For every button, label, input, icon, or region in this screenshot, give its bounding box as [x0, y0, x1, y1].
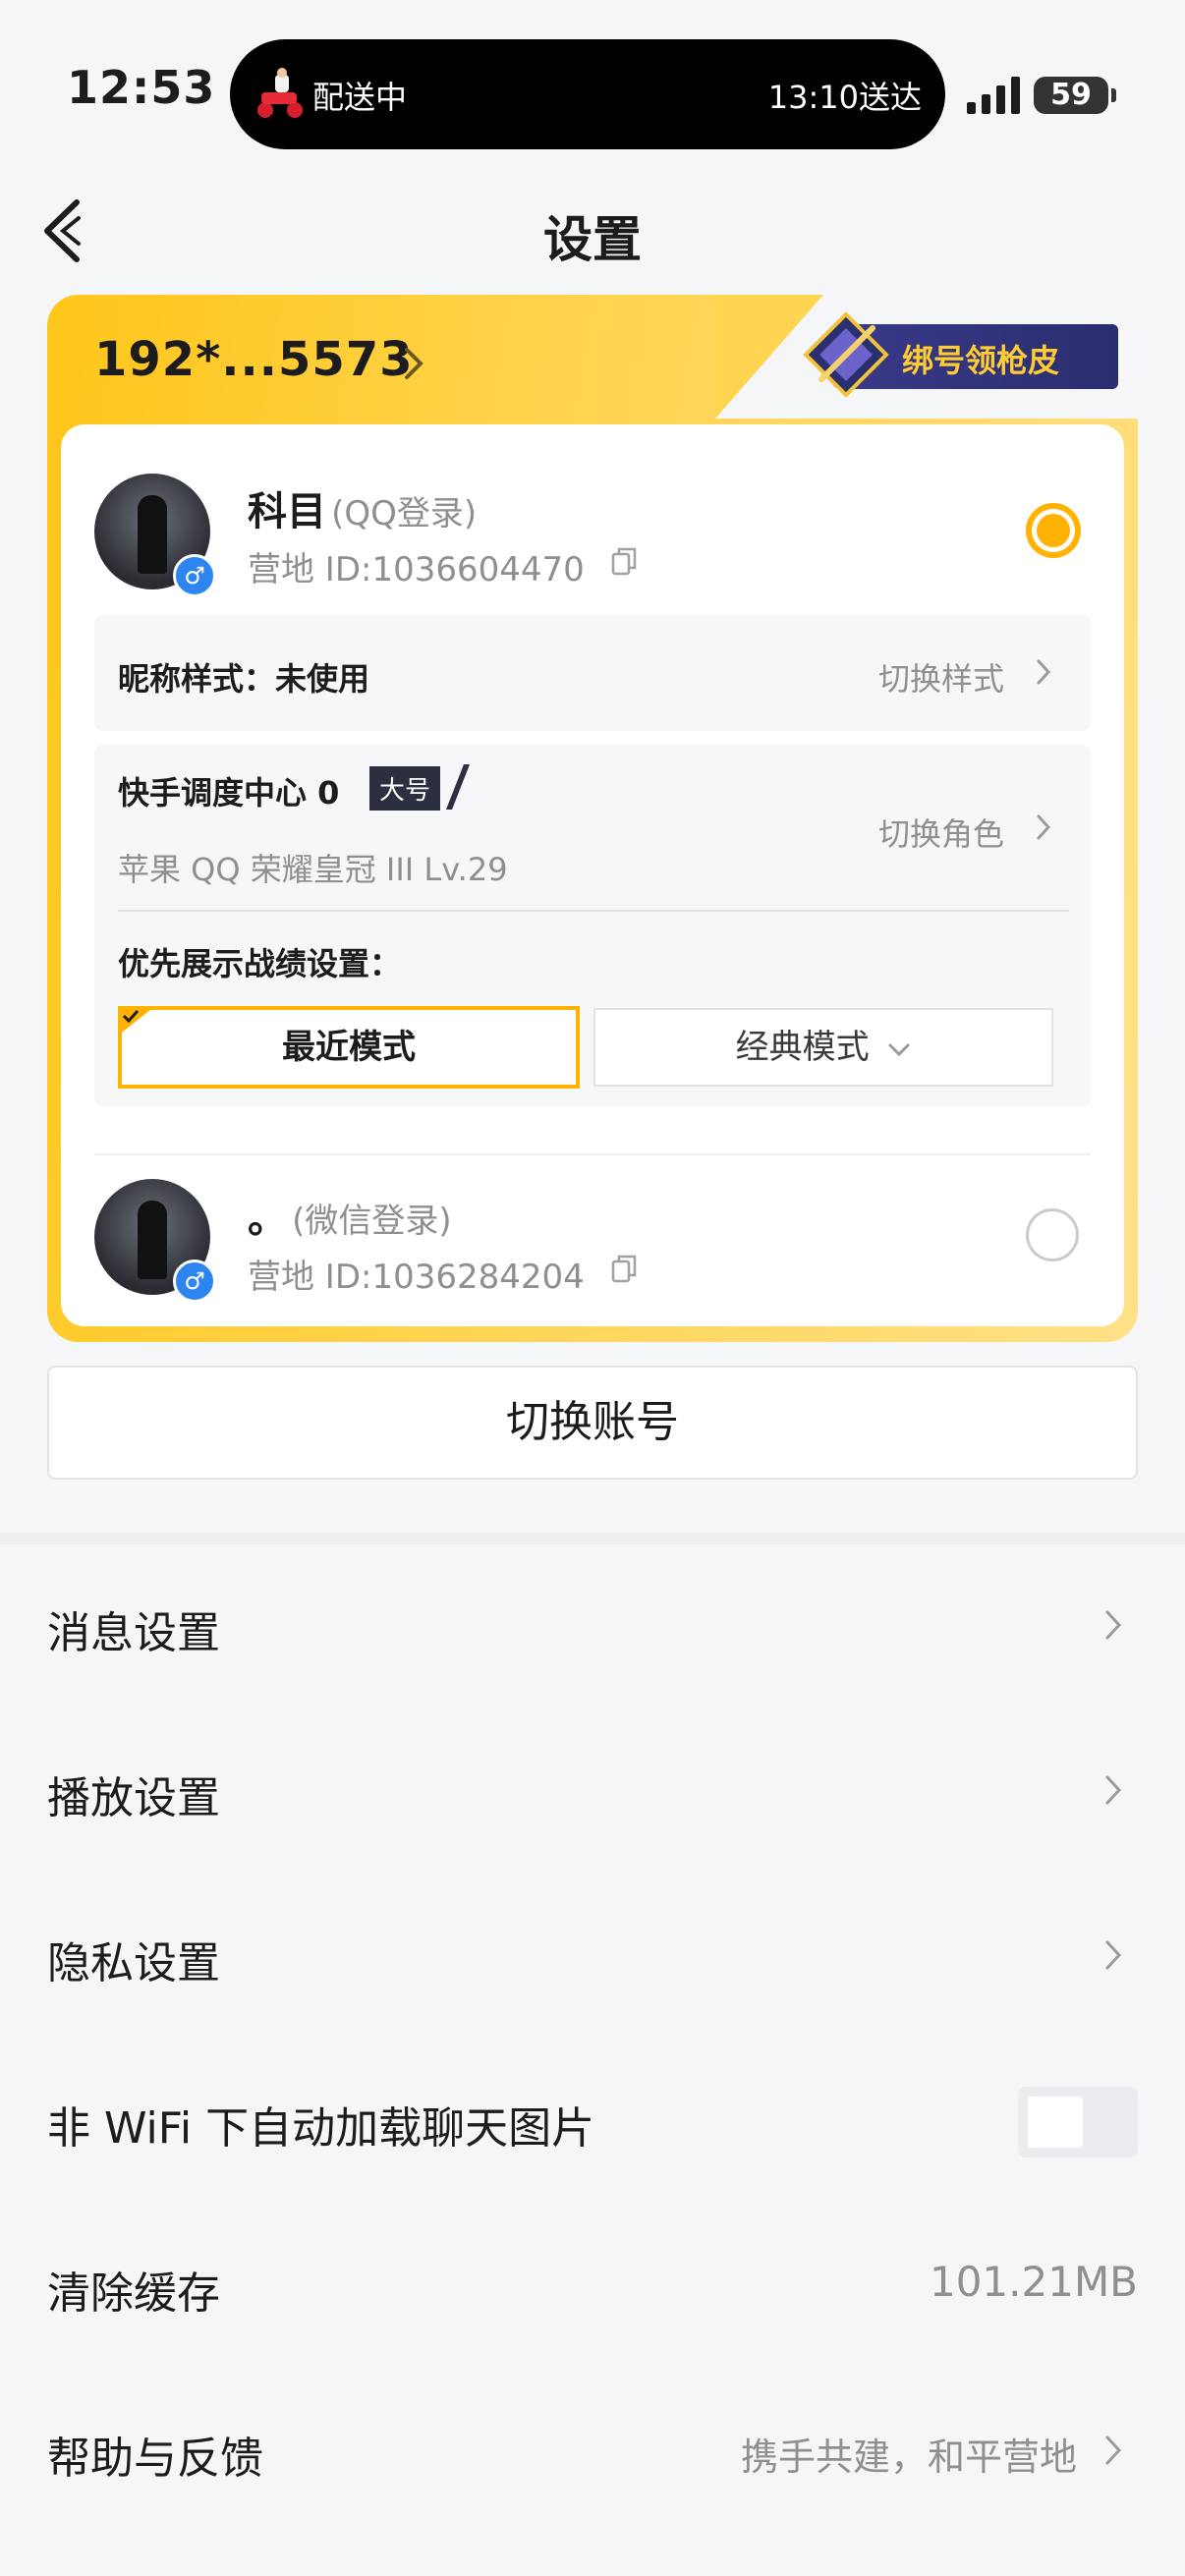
- switch-style-link[interactable]: 切换样式: [878, 654, 1004, 700]
- promo-label: 绑号领枪皮: [902, 342, 1060, 379]
- divider: [118, 910, 1069, 912]
- switch-role-link[interactable]: 切换角色: [878, 810, 1004, 855]
- record-setting-label: 优先展示战绩设置：: [118, 945, 402, 982]
- chevron-right-icon[interactable]: [403, 346, 424, 381]
- status-time: 12:53: [67, 61, 216, 114]
- account-name: 。: [248, 1197, 287, 1242]
- cellular-signal-icon: [967, 77, 1020, 114]
- login-type: (QQ登录): [331, 494, 478, 533]
- copy-icon[interactable]: [611, 546, 637, 576]
- dynamic-island-delivery[interactable]: 配送中 13:10送达: [230, 39, 945, 149]
- cache-size: 101.21MB: [929, 2258, 1138, 2306]
- account-radio-selected[interactable]: [1026, 503, 1081, 558]
- classic-mode-button[interactable]: 经典模式: [593, 1008, 1053, 1087]
- toggle-knob: [1028, 2097, 1083, 2148]
- phone-number[interactable]: 192*...5573: [94, 332, 414, 387]
- chevron-right-icon: [1105, 2436, 1122, 2465]
- divider: [94, 1153, 1091, 1155]
- chevron-right-icon: [1105, 1940, 1122, 1970]
- delivery-scooter-icon: [257, 68, 303, 118]
- male-gender-icon: ♂: [173, 1260, 216, 1303]
- account-name-row: 科目 (QQ登录): [248, 479, 477, 536]
- help-feedback-slogan: 携手共建，和平营地: [740, 2436, 1077, 2479]
- auto-load-images-toggle[interactable]: [1018, 2087, 1138, 2157]
- account-name: 科目: [248, 489, 326, 534]
- recent-mode-button[interactable]: 最近模式: [118, 1006, 580, 1089]
- chevron-right-icon: [1037, 659, 1051, 685]
- delivery-eta: 13:10送达: [767, 79, 922, 116]
- delivery-status: 配送中: [312, 79, 408, 116]
- gun-skin-gem-icon: [803, 311, 889, 398]
- nickname-style-label: 昵称样式：未使用: [118, 660, 370, 698]
- classic-mode-label: 经典模式: [735, 1028, 870, 1067]
- clear-cache[interactable]: 清除缓存: [47, 2258, 220, 2321]
- playback-settings[interactable]: 播放设置: [47, 1763, 220, 1825]
- battery-icon: 59: [1034, 77, 1116, 114]
- privacy-settings[interactable]: 隐私设置: [47, 1928, 220, 1990]
- account-radio-unselected[interactable]: [1026, 1208, 1079, 1261]
- account-id: 营地 ID:1036284204: [248, 1258, 585, 1297]
- male-gender-icon: ♂: [173, 554, 216, 597]
- auto-load-images-label: 非 WiFi 下自动加载聊天图片: [47, 2103, 595, 2154]
- section-divider: [0, 1533, 1185, 1544]
- tag-slash-icon: [446, 764, 470, 810]
- message-settings[interactable]: 消息设置: [47, 1597, 220, 1660]
- account-name-row: 。 (微信登录): [248, 1187, 452, 1244]
- chevron-right-icon: [1105, 1775, 1122, 1805]
- role-name: 快手调度中心 0: [118, 774, 340, 812]
- page-title: 设置: [543, 211, 642, 268]
- copy-icon[interactable]: [611, 1254, 637, 1283]
- chevron-right-icon: [1105, 1610, 1122, 1640]
- chevron-right-icon: [1037, 814, 1051, 840]
- switch-account-button[interactable]: 切换账号: [47, 1366, 1138, 1480]
- help-feedback[interactable]: 帮助与反馈: [47, 2423, 263, 2486]
- role-detail: 苹果 QQ 荣耀皇冠 III Lv.29: [118, 851, 508, 888]
- main-account-tag: 大号: [369, 766, 441, 811]
- chevron-down-icon: [888, 1043, 910, 1057]
- account-id: 营地 ID:1036604470: [248, 550, 585, 589]
- login-type: (微信登录): [292, 1202, 452, 1241]
- checkmark-corner-icon: [118, 1006, 155, 1036]
